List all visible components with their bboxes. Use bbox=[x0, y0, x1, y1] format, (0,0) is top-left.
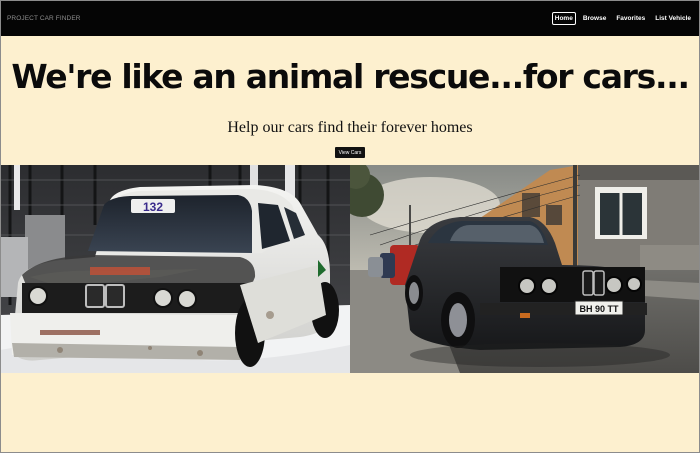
top-navbar: PROJECT CAR FINDER Home Browse Favorites… bbox=[0, 0, 700, 36]
nav-home-link[interactable]: Home bbox=[551, 11, 576, 25]
hero-title: We're like an animal rescue...for cars..… bbox=[11, 57, 690, 96]
car-number-decal: 132 bbox=[143, 200, 163, 214]
nav-browse-link[interactable]: Browse bbox=[580, 12, 609, 25]
nav-list-vehicle-link[interactable]: List Vehicle bbox=[652, 12, 694, 25]
hero-subtitle: Help our cars find their forever homes bbox=[227, 119, 473, 136]
brand-link[interactable]: PROJECT CAR FINDER bbox=[7, 15, 81, 22]
white-rally-car-image: 132 bbox=[0, 165, 350, 373]
view-cars-button[interactable]: View Cars bbox=[335, 147, 365, 158]
black-bmw-street-image: BH 90 TT bbox=[350, 165, 700, 373]
nav-links: Home Browse Favorites List Vehicle bbox=[551, 11, 694, 25]
license-plate: BH 90 TT bbox=[579, 304, 619, 314]
nav-favorites-link[interactable]: Favorites bbox=[613, 12, 648, 25]
